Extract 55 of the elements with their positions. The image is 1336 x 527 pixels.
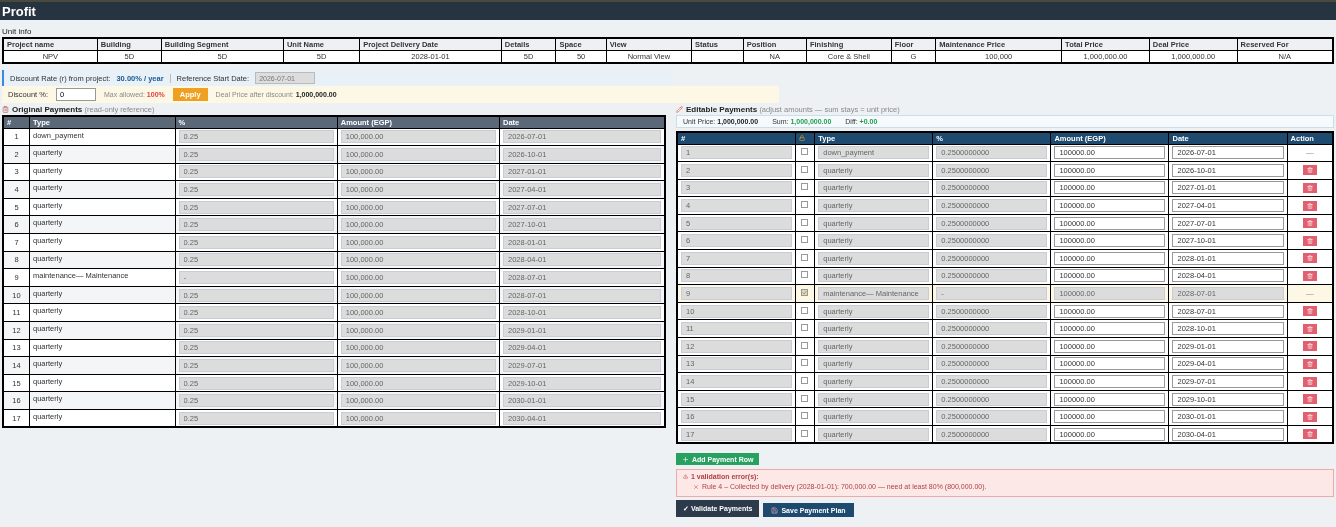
- delete-button[interactable]: [1302, 306, 1317, 317]
- save-icon: [771, 506, 779, 514]
- trash-icon: [1306, 237, 1313, 244]
- trash-icon: [1306, 378, 1313, 385]
- delete-button[interactable]: [1302, 394, 1317, 405]
- lock-checkbox[interactable]: [801, 306, 809, 314]
- delete-button[interactable]: [1302, 358, 1317, 369]
- trash-icon: [1306, 396, 1313, 403]
- lock-checkbox[interactable]: [801, 165, 809, 173]
- section-title: Unit info: [2, 27, 33, 36]
- trash-icon: [1306, 202, 1313, 209]
- lock-checkbox[interactable]: [801, 218, 809, 226]
- trash-icon: [1306, 167, 1313, 174]
- lock-checkbox[interactable]: [801, 429, 809, 437]
- delete-button[interactable]: [1302, 270, 1317, 281]
- trash-icon: [1306, 325, 1313, 332]
- trash-icon: [1306, 308, 1313, 315]
- lock-checkbox[interactable]: [801, 253, 809, 261]
- trash-icon: [1306, 343, 1313, 350]
- delete-button[interactable]: [1302, 235, 1317, 246]
- delete-button[interactable]: [1302, 323, 1317, 334]
- trash-icon: [1306, 413, 1313, 420]
- plus-icon: [682, 455, 689, 463]
- trash-icon: [1306, 255, 1313, 262]
- lock-checkbox[interactable]: [801, 148, 809, 156]
- delete-button[interactable]: [1302, 376, 1317, 387]
- lock-checkbox[interactable]: [801, 201, 809, 209]
- trash-icon: [1306, 220, 1313, 227]
- lock-checkbox[interactable]: [801, 271, 809, 279]
- pencil-icon: [676, 105, 683, 113]
- app-logo: Profit: [2, 4, 36, 18]
- lock-checkbox[interactable]: [801, 412, 809, 420]
- lock-checkbox[interactable]: [801, 183, 809, 191]
- lock-icon: [798, 134, 805, 141]
- delete-button[interactable]: [1302, 200, 1317, 211]
- delete-button[interactable]: [1302, 183, 1317, 193]
- delete-button[interactable]: [1302, 429, 1317, 440]
- lock-checkbox[interactable]: [801, 236, 809, 244]
- delete-button[interactable]: [1302, 253, 1317, 264]
- lock-checkbox[interactable]: [801, 394, 809, 402]
- delete-button[interactable]: [1302, 411, 1317, 422]
- delete-button[interactable]: [1302, 218, 1317, 229]
- lock-checkbox[interactable]: [801, 377, 809, 384]
- trash-icon: [1306, 360, 1313, 367]
- warning-icon: [683, 474, 688, 480]
- trash-icon: [1306, 272, 1313, 279]
- trash-icon: [1306, 431, 1313, 438]
- lock-checkbox[interactable]: [801, 359, 809, 367]
- clipboard-icon: [2, 105, 9, 113]
- trash-icon: [1306, 185, 1313, 191]
- lock-checkbox[interactable]: [801, 341, 809, 349]
- delete-button[interactable]: [1302, 341, 1317, 352]
- delete-button[interactable]: [1302, 165, 1317, 176]
- lock-checkbox[interactable]: [801, 324, 809, 332]
- cross-icon: [693, 483, 699, 490]
